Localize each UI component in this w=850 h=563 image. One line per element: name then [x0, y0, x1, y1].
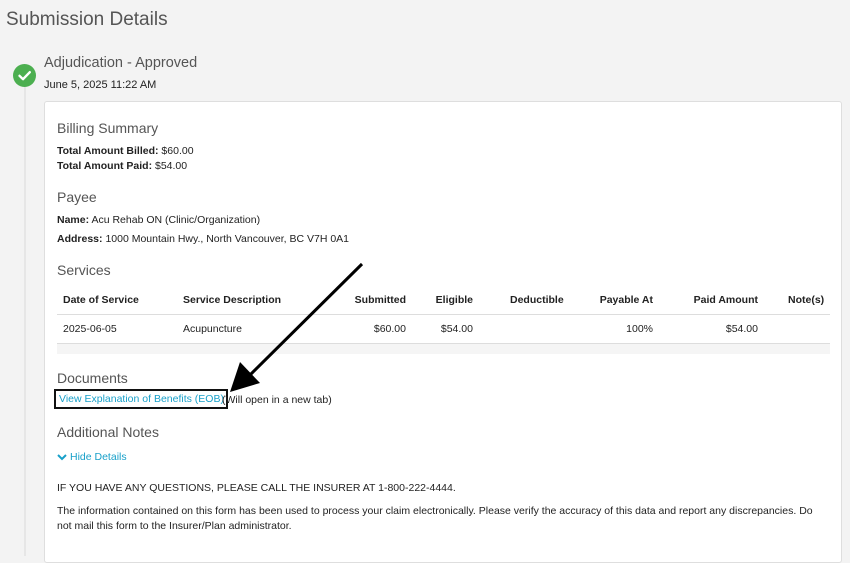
payee-name-value: Acu Rehab ON (Clinic/Organization) [91, 214, 261, 226]
cell-eligible: $54.00 [440, 323, 473, 335]
column-header: Eligible [435, 294, 473, 306]
table-row: 2025-06-05 Acupuncture $60.00 $54.00 100… [57, 315, 830, 344]
hide-details-label: Hide Details [70, 451, 127, 463]
cell-description: Acupuncture [183, 323, 242, 335]
total-paid-label: Total Amount Paid: [57, 160, 153, 172]
services-heading: Services [57, 262, 111, 278]
column-header: Submitted [354, 294, 406, 306]
page-title: Submission Details [6, 9, 168, 30]
status-date: June 5, 2025 11:22 AM [44, 79, 157, 91]
cell-payable-at: 100% [626, 323, 653, 335]
services-table: Date of Service Service Description Subm… [57, 287, 830, 354]
payee-name: Name: Acu Rehab ON (Clinic/Organization) [57, 214, 260, 226]
total-paid-value: $54.00 [155, 160, 188, 172]
column-header: Service Description [183, 294, 282, 306]
total-billed-label: Total Amount Billed: [57, 145, 159, 157]
eob-link-note: (Will open in a new tab) [222, 394, 332, 406]
payee-address: Address: 1000 Mountain Hwy., North Vanco… [57, 233, 349, 245]
additional-notes-heading: Additional Notes [57, 424, 159, 440]
total-billed: Total Amount Billed: $60.00 [57, 145, 194, 157]
column-header: Date of Service [63, 294, 139, 306]
hide-details-toggle[interactable]: Hide Details [57, 451, 127, 463]
column-header: Payable At [599, 294, 653, 306]
column-header: Deductible [510, 294, 564, 306]
chevron-down-icon [57, 454, 67, 461]
check-icon [13, 64, 36, 87]
column-header: Paid Amount [693, 294, 758, 306]
cell-submitted: $60.00 [373, 323, 406, 335]
payee-name-label: Name: [57, 214, 90, 226]
cell-date: 2025-06-05 [63, 323, 117, 335]
submission-card: Billing Summary Total Amount Billed: $60… [44, 101, 842, 563]
billing-summary-heading: Billing Summary [57, 120, 159, 136]
total-paid: Total Amount Paid: $54.00 [57, 160, 187, 172]
total-billed-value: $60.00 [161, 145, 194, 157]
processing-disclaimer: The information contained on this form h… [57, 505, 813, 532]
column-header: Note(s) [788, 294, 825, 306]
insurer-contact-notice: IF YOU HAVE ANY QUESTIONS, PLEASE CALL T… [57, 482, 456, 494]
view-eob-link[interactable]: View Explanation of Benefits (EOB) [54, 389, 228, 409]
timeline-line [24, 86, 26, 556]
payee-address-label: Address: [57, 233, 103, 245]
table-header-row: Date of Service Service Description Subm… [57, 287, 830, 315]
status-title: Adjudication - Approved [44, 55, 198, 71]
payee-heading: Payee [57, 189, 97, 205]
payee-address-value: 1000 Mountain Hwy., North Vancouver, BC … [105, 233, 350, 245]
cell-paid-amount: $54.00 [725, 323, 758, 335]
table-footer [57, 344, 830, 354]
documents-heading: Documents [57, 370, 128, 386]
